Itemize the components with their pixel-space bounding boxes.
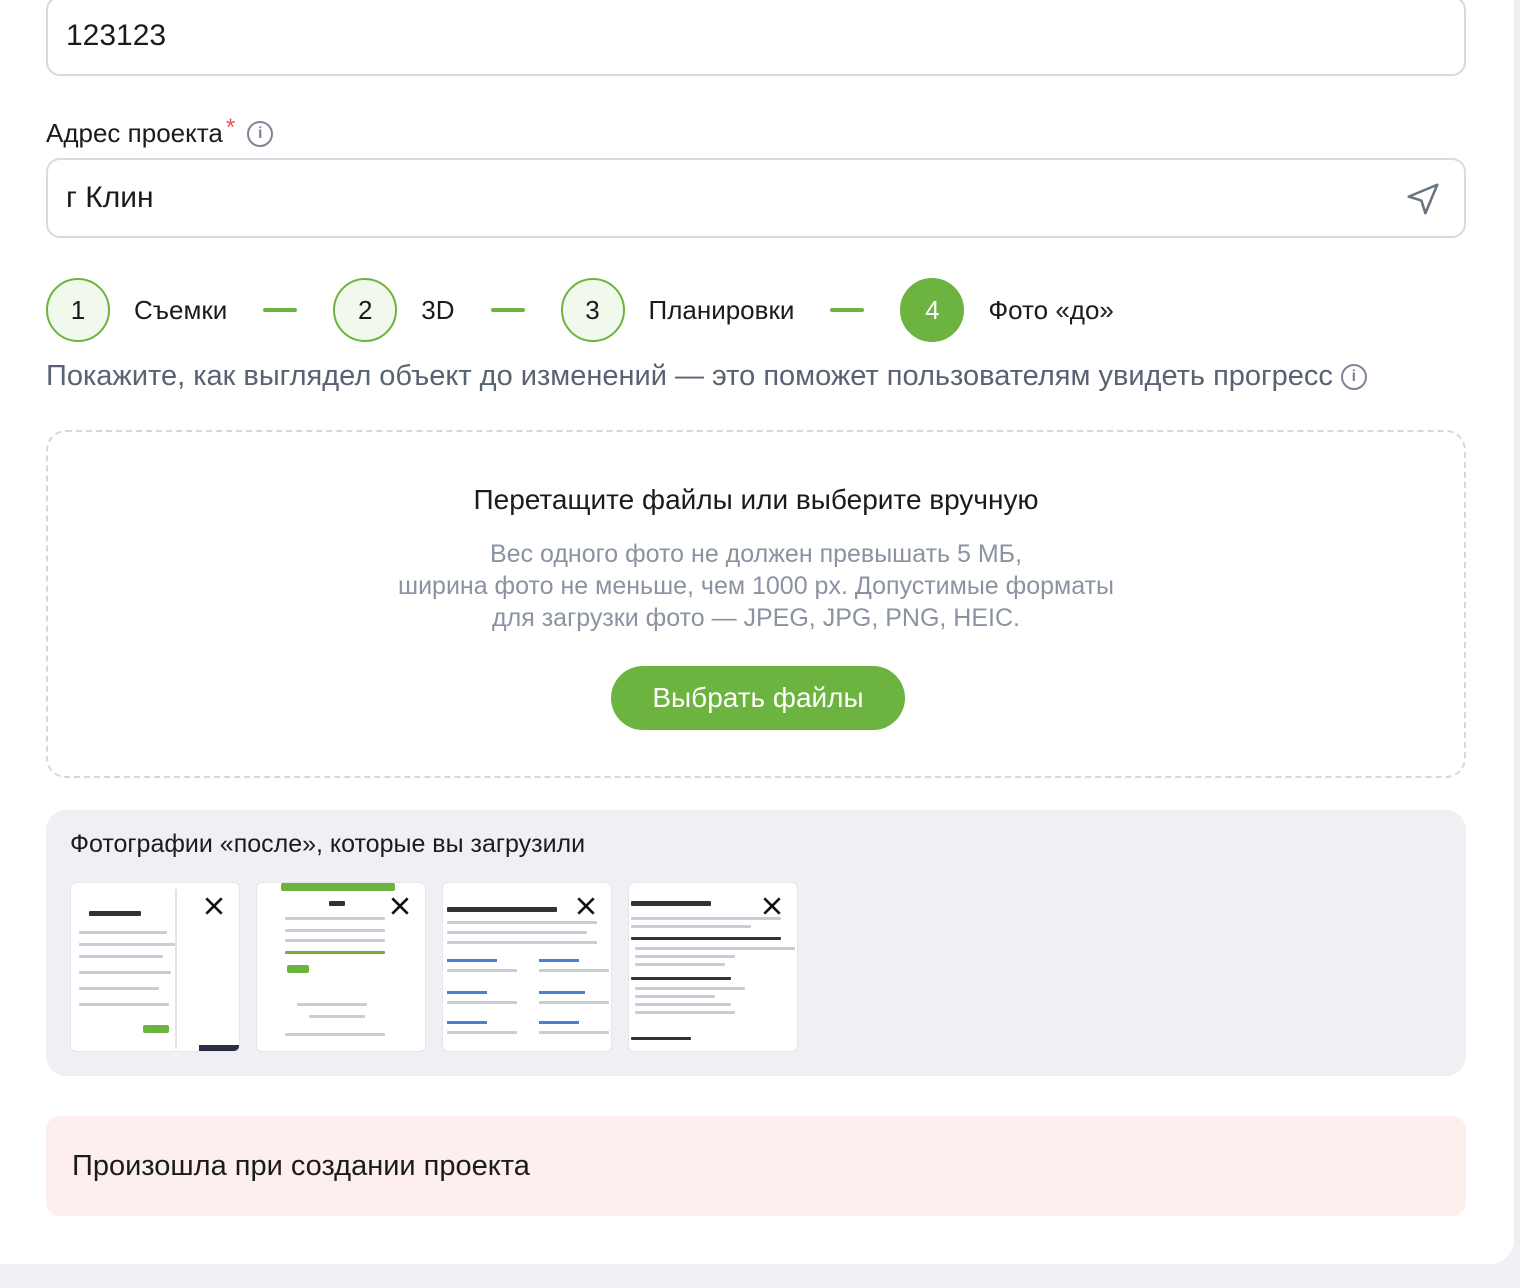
- step-3-circle[interactable]: 3: [560, 278, 625, 342]
- photo-thumbnail[interactable]: [70, 882, 240, 1052]
- stepper: 1 Съемки 2 3D 3 Планировки 4 Фото «до»: [46, 278, 1114, 342]
- step-1-label[interactable]: Съемки: [134, 295, 227, 326]
- thumbnail-list: [70, 882, 798, 1052]
- step-connector: [830, 308, 865, 312]
- photo-thumbnail[interactable]: [628, 882, 798, 1052]
- photo-thumbnail[interactable]: [256, 882, 426, 1052]
- step-4-label[interactable]: Фото «до»: [988, 295, 1114, 326]
- dropzone-desc-line: ширина фото не меньше, чем 1000 px. Допу…: [398, 572, 1114, 600]
- dropzone-description: Вес одного фото не должен превышать 5 МБ…: [48, 538, 1464, 634]
- address-label-text: Адрес проекта: [46, 118, 223, 148]
- step-hint: Покажите, как выглядел объект до изменен…: [46, 360, 1367, 393]
- dropzone-desc-line: Вес одного фото не должен превышать 5 МБ…: [489, 540, 1023, 568]
- location-arrow-icon[interactable]: [1404, 180, 1442, 226]
- project-name-input[interactable]: 123123: [46, 0, 1466, 76]
- info-icon[interactable]: i: [247, 120, 274, 147]
- address-label: Адрес проекта * i: [46, 114, 274, 149]
- address-value: г Клин: [66, 181, 154, 214]
- step-2-circle[interactable]: 2: [333, 278, 398, 342]
- close-icon[interactable]: [203, 895, 225, 917]
- step-1-circle[interactable]: 1: [46, 278, 110, 342]
- form-card: 123123 Адрес проекта * i г Клин 1 Съемки…: [0, 0, 1514, 1264]
- close-icon[interactable]: [575, 895, 597, 917]
- step-connector: [490, 308, 525, 312]
- photo-thumbnail[interactable]: [442, 882, 612, 1052]
- choose-files-button[interactable]: Выбрать файлы: [611, 666, 905, 730]
- file-dropzone[interactable]: Перетащите файлы или выберите вручную Ве…: [46, 430, 1466, 778]
- close-icon[interactable]: [761, 895, 783, 917]
- close-icon[interactable]: [389, 895, 411, 917]
- uploaded-photos-panel: Фотографии «после», которые вы загрузили: [46, 810, 1466, 1076]
- step-connector: [263, 308, 298, 312]
- error-message: Произошла при создании проекта: [72, 1149, 530, 1182]
- project-name-value: 123123: [66, 19, 167, 52]
- step-2-label[interactable]: 3D: [421, 295, 454, 326]
- step-3-label[interactable]: Планировки: [649, 295, 795, 326]
- required-mark: *: [225, 113, 236, 141]
- step-hint-text: Покажите, как выглядел объект до изменен…: [46, 360, 1333, 392]
- dropzone-title: Перетащите файлы или выберите вручную: [473, 484, 1039, 515]
- step-4-circle[interactable]: 4: [900, 278, 965, 342]
- uploaded-photos-title: Фотографии «после», которые вы загрузили: [70, 830, 586, 858]
- address-input[interactable]: г Клин: [46, 158, 1466, 238]
- dropzone-desc-line: для загрузки фото — JPEG, JPG, PNG, HEIC…: [492, 604, 1020, 632]
- info-icon[interactable]: i: [1340, 363, 1367, 390]
- error-banner: Произошла при создании проекта: [46, 1116, 1466, 1216]
